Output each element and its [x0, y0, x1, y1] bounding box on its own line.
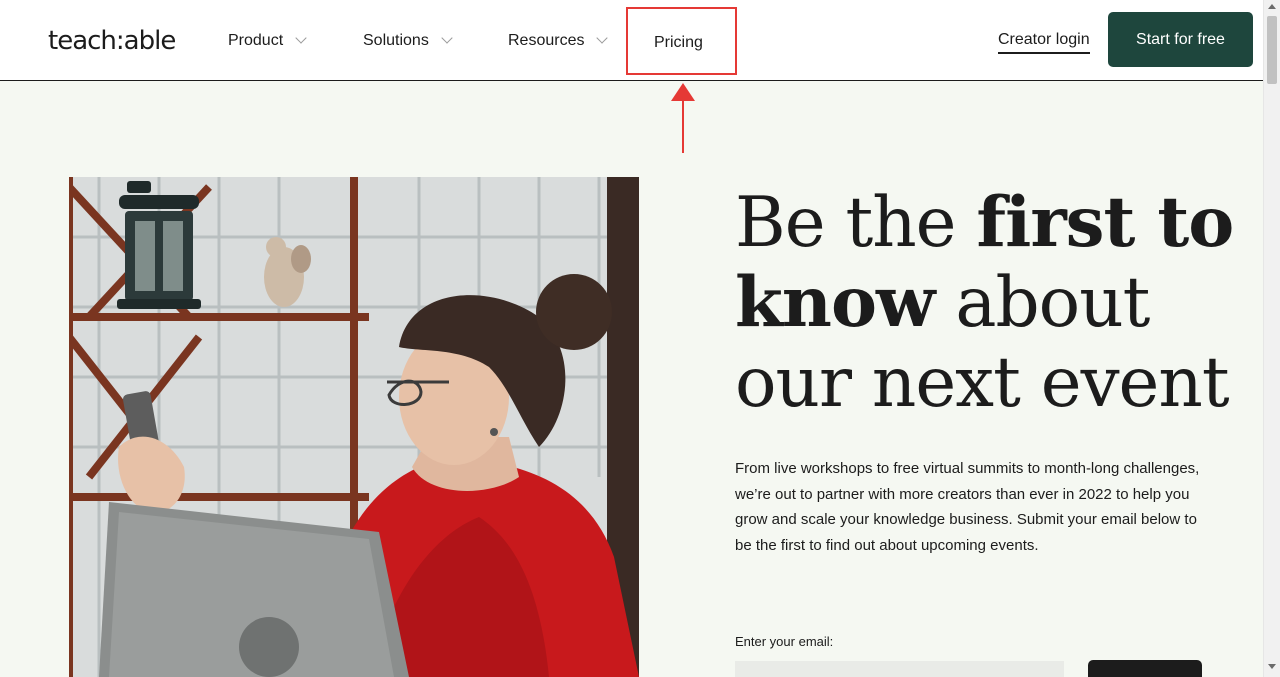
- headline-part: about: [934, 263, 1150, 343]
- top-navigation: teach:able Product Solutions Resources P…: [0, 0, 1263, 81]
- nav-item-label: Resources: [508, 32, 585, 49]
- submit-email-button[interactable]: [1088, 660, 1202, 677]
- chevron-down-icon: [596, 32, 609, 44]
- woman-with-laptop-image: [69, 177, 639, 677]
- nav-item-solutions[interactable]: Solutions: [363, 32, 453, 50]
- hero-headline: Be the first to know about our next even…: [735, 182, 1235, 424]
- scroll-thumb[interactable]: [1267, 16, 1277, 84]
- headline-part: our next event: [735, 343, 1230, 423]
- headline-part: Be the: [735, 183, 977, 263]
- page-scrollbar[interactable]: [1263, 0, 1280, 677]
- chevron-down-icon: [441, 32, 453, 44]
- creator-login-link[interactable]: Creator login: [998, 31, 1090, 54]
- hero-photo: [69, 177, 639, 677]
- hero-description: From live workshops to free virtual summ…: [735, 460, 1200, 554]
- nav-item-label: Product: [228, 32, 284, 49]
- lantern: [117, 181, 201, 309]
- start-for-free-button[interactable]: Start for free: [1108, 12, 1253, 67]
- nav-item-product[interactable]: Product: [228, 32, 307, 50]
- teachable-logo[interactable]: teach:able: [48, 26, 176, 56]
- headline-bold-part: know: [735, 262, 935, 343]
- scroll-up-icon[interactable]: [1268, 4, 1276, 9]
- chevron-down-icon: [295, 32, 307, 44]
- scroll-down-icon[interactable]: [1268, 664, 1276, 669]
- headline-bold-part: first to: [976, 182, 1234, 263]
- annotation-arrow-line: [682, 98, 684, 153]
- email-input[interactable]: [735, 661, 1064, 677]
- nav-item-pricing[interactable]: Pricing: [654, 34, 703, 52]
- email-label: Enter your email:: [735, 634, 834, 649]
- nav-item-resources[interactable]: Resources: [508, 32, 609, 50]
- nav-item-label: Solutions: [363, 32, 429, 49]
